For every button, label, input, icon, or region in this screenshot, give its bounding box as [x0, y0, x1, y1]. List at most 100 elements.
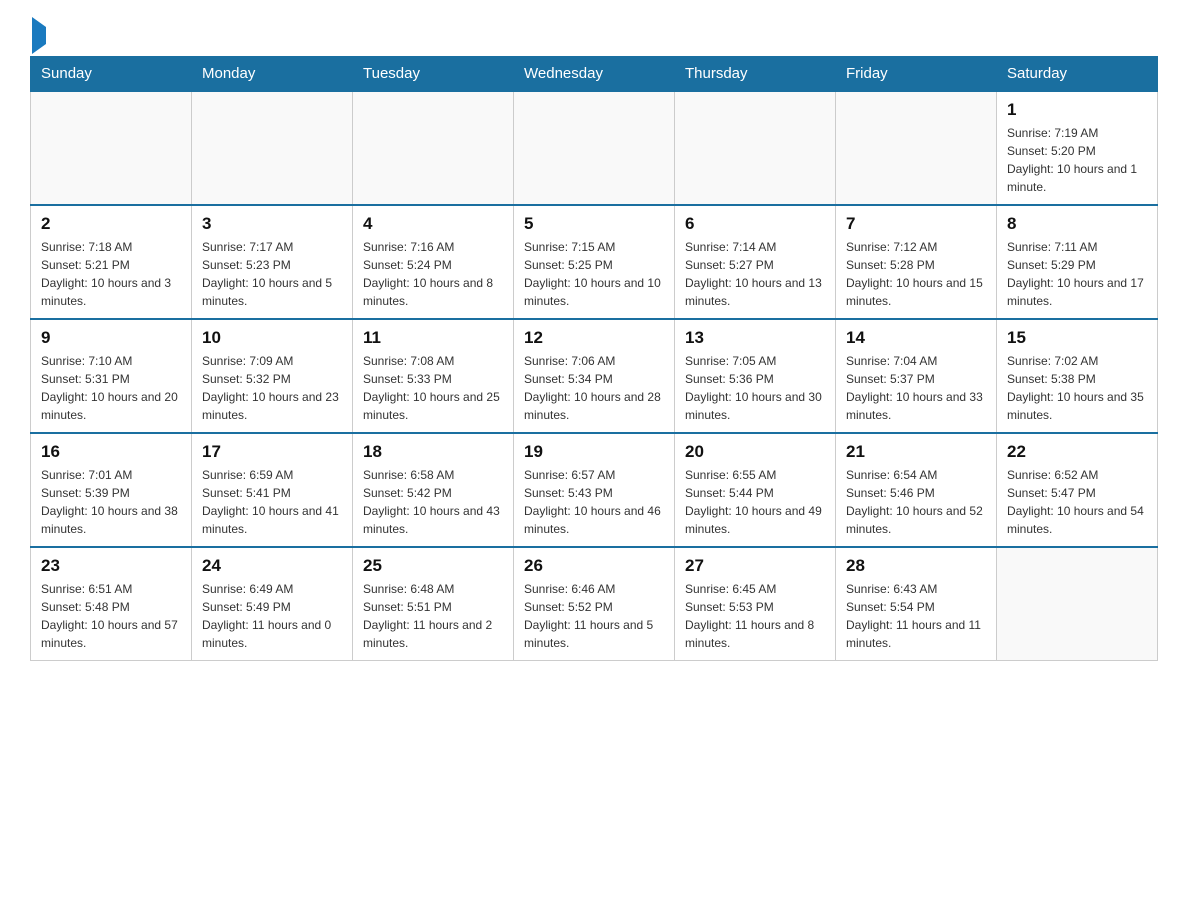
week-row-5: 23 Sunrise: 6:51 AM Sunset: 5:48 PM Dayli… — [31, 547, 1158, 661]
day-number: 7 — [846, 214, 986, 234]
week-row-1: 1 Sunrise: 7:19 AM Sunset: 5:20 PM Daylig… — [31, 91, 1158, 205]
day-info: Sunrise: 7:11 AM Sunset: 5:29 PM Dayligh… — [1007, 238, 1147, 310]
day-number: 10 — [202, 328, 342, 348]
calendar-cell: 20 Sunrise: 6:55 AM Sunset: 5:44 PM Dayli… — [675, 433, 836, 547]
column-header-wednesday: Wednesday — [514, 57, 675, 92]
day-info: Sunrise: 6:45 AM Sunset: 5:53 PM Dayligh… — [685, 580, 825, 652]
calendar-cell: 23 Sunrise: 6:51 AM Sunset: 5:48 PM Dayli… — [31, 547, 192, 661]
day-number: 20 — [685, 442, 825, 462]
calendar-cell — [353, 91, 514, 205]
logo-triangle-icon — [32, 17, 46, 54]
day-info: Sunrise: 6:49 AM Sunset: 5:49 PM Dayligh… — [202, 580, 342, 652]
calendar-cell: 22 Sunrise: 6:52 AM Sunset: 5:47 PM Dayli… — [997, 433, 1158, 547]
calendar-cell: 11 Sunrise: 7:08 AM Sunset: 5:33 PM Dayli… — [353, 319, 514, 433]
column-header-thursday: Thursday — [675, 57, 836, 92]
day-info: Sunrise: 6:52 AM Sunset: 5:47 PM Dayligh… — [1007, 466, 1147, 538]
calendar-cell: 2 Sunrise: 7:18 AM Sunset: 5:21 PM Daylig… — [31, 205, 192, 319]
day-info: Sunrise: 6:55 AM Sunset: 5:44 PM Dayligh… — [685, 466, 825, 538]
logo — [30, 20, 46, 46]
day-info: Sunrise: 7:14 AM Sunset: 5:27 PM Dayligh… — [685, 238, 825, 310]
week-row-2: 2 Sunrise: 7:18 AM Sunset: 5:21 PM Daylig… — [31, 205, 1158, 319]
day-info: Sunrise: 7:01 AM Sunset: 5:39 PM Dayligh… — [41, 466, 181, 538]
day-info: Sunrise: 6:46 AM Sunset: 5:52 PM Dayligh… — [524, 580, 664, 652]
calendar-cell — [514, 91, 675, 205]
day-info: Sunrise: 7:06 AM Sunset: 5:34 PM Dayligh… — [524, 352, 664, 424]
day-info: Sunrise: 7:15 AM Sunset: 5:25 PM Dayligh… — [524, 238, 664, 310]
day-number: 22 — [1007, 442, 1147, 462]
column-header-sunday: Sunday — [31, 57, 192, 92]
day-info: Sunrise: 7:02 AM Sunset: 5:38 PM Dayligh… — [1007, 352, 1147, 424]
day-info: Sunrise: 6:59 AM Sunset: 5:41 PM Dayligh… — [202, 466, 342, 538]
day-info: Sunrise: 7:08 AM Sunset: 5:33 PM Dayligh… — [363, 352, 503, 424]
calendar-cell: 25 Sunrise: 6:48 AM Sunset: 5:51 PM Dayli… — [353, 547, 514, 661]
calendar-cell: 12 Sunrise: 7:06 AM Sunset: 5:34 PM Dayli… — [514, 319, 675, 433]
day-info: Sunrise: 6:58 AM Sunset: 5:42 PM Dayligh… — [363, 466, 503, 538]
calendar-cell: 10 Sunrise: 7:09 AM Sunset: 5:32 PM Dayli… — [192, 319, 353, 433]
day-number: 18 — [363, 442, 503, 462]
day-number: 12 — [524, 328, 664, 348]
calendar-cell — [31, 91, 192, 205]
calendar-cell: 27 Sunrise: 6:45 AM Sunset: 5:53 PM Dayli… — [675, 547, 836, 661]
day-info: Sunrise: 6:54 AM Sunset: 5:46 PM Dayligh… — [846, 466, 986, 538]
day-number: 24 — [202, 556, 342, 576]
calendar-cell: 28 Sunrise: 6:43 AM Sunset: 5:54 PM Dayli… — [836, 547, 997, 661]
calendar-cell — [675, 91, 836, 205]
day-info: Sunrise: 6:48 AM Sunset: 5:51 PM Dayligh… — [363, 580, 503, 652]
day-number: 13 — [685, 328, 825, 348]
day-number: 14 — [846, 328, 986, 348]
day-info: Sunrise: 7:17 AM Sunset: 5:23 PM Dayligh… — [202, 238, 342, 310]
week-row-4: 16 Sunrise: 7:01 AM Sunset: 5:39 PM Dayli… — [31, 433, 1158, 547]
day-info: Sunrise: 7:05 AM Sunset: 5:36 PM Dayligh… — [685, 352, 825, 424]
day-number: 19 — [524, 442, 664, 462]
calendar-cell — [997, 547, 1158, 661]
calendar-table: SundayMondayTuesdayWednesdayThursdayFrid… — [30, 56, 1158, 661]
day-number: 15 — [1007, 328, 1147, 348]
calendar-cell: 21 Sunrise: 6:54 AM Sunset: 5:46 PM Dayli… — [836, 433, 997, 547]
day-number: 11 — [363, 328, 503, 348]
day-info: Sunrise: 6:57 AM Sunset: 5:43 PM Dayligh… — [524, 466, 664, 538]
calendar-cell: 1 Sunrise: 7:19 AM Sunset: 5:20 PM Daylig… — [997, 91, 1158, 205]
day-info: Sunrise: 6:51 AM Sunset: 5:48 PM Dayligh… — [41, 580, 181, 652]
calendar-cell: 18 Sunrise: 6:58 AM Sunset: 5:42 PM Dayli… — [353, 433, 514, 547]
page-header — [30, 20, 1158, 46]
calendar-cell: 15 Sunrise: 7:02 AM Sunset: 5:38 PM Dayli… — [997, 319, 1158, 433]
day-info: Sunrise: 7:19 AM Sunset: 5:20 PM Dayligh… — [1007, 124, 1147, 196]
day-number: 6 — [685, 214, 825, 234]
day-number: 9 — [41, 328, 181, 348]
day-number: 27 — [685, 556, 825, 576]
day-number: 2 — [41, 214, 181, 234]
day-number: 1 — [1007, 100, 1147, 120]
calendar-cell: 17Sunrise: 6:59 AM Sunset: 5:41 PM Dayli… — [192, 433, 353, 547]
column-header-saturday: Saturday — [997, 57, 1158, 92]
day-number: 25 — [363, 556, 503, 576]
calendar-cell: 26 Sunrise: 6:46 AM Sunset: 5:52 PM Dayli… — [514, 547, 675, 661]
day-number: 21 — [846, 442, 986, 462]
calendar-cell: 4 Sunrise: 7:16 AM Sunset: 5:24 PM Daylig… — [353, 205, 514, 319]
calendar-cell: 24 Sunrise: 6:49 AM Sunset: 5:49 PM Dayli… — [192, 547, 353, 661]
day-number: 16 — [41, 442, 181, 462]
calendar-header-row: SundayMondayTuesdayWednesdayThursdayFrid… — [31, 57, 1158, 92]
column-header-tuesday: Tuesday — [353, 57, 514, 92]
day-info: Sunrise: 7:09 AM Sunset: 5:32 PM Dayligh… — [202, 352, 342, 424]
day-number: 5 — [524, 214, 664, 234]
calendar-cell: 14Sunrise: 7:04 AM Sunset: 5:37 PM Dayli… — [836, 319, 997, 433]
calendar-cell: 7 Sunrise: 7:12 AM Sunset: 5:28 PM Daylig… — [836, 205, 997, 319]
calendar-cell — [836, 91, 997, 205]
day-number: 23 — [41, 556, 181, 576]
calendar-cell: 3Sunrise: 7:17 AM Sunset: 5:23 PM Daylig… — [192, 205, 353, 319]
day-info: Sunrise: 6:43 AM Sunset: 5:54 PM Dayligh… — [846, 580, 986, 652]
column-header-friday: Friday — [836, 57, 997, 92]
day-number: 26 — [524, 556, 664, 576]
day-info: Sunrise: 7:16 AM Sunset: 5:24 PM Dayligh… — [363, 238, 503, 310]
day-info: Sunrise: 7:18 AM Sunset: 5:21 PM Dayligh… — [41, 238, 181, 310]
calendar-cell: 16 Sunrise: 7:01 AM Sunset: 5:39 PM Dayli… — [31, 433, 192, 547]
day-number: 28 — [846, 556, 986, 576]
calendar-cell — [192, 91, 353, 205]
calendar-cell: 8Sunrise: 7:11 AM Sunset: 5:29 PM Daylig… — [997, 205, 1158, 319]
column-header-monday: Monday — [192, 57, 353, 92]
day-number: 4 — [363, 214, 503, 234]
calendar-cell: 9Sunrise: 7:10 AM Sunset: 5:31 PM Daylig… — [31, 319, 192, 433]
calendar-cell: 6 Sunrise: 7:14 AM Sunset: 5:27 PM Daylig… — [675, 205, 836, 319]
calendar-cell: 13 Sunrise: 7:05 AM Sunset: 5:36 PM Dayli… — [675, 319, 836, 433]
day-info: Sunrise: 7:12 AM Sunset: 5:28 PM Dayligh… — [846, 238, 986, 310]
